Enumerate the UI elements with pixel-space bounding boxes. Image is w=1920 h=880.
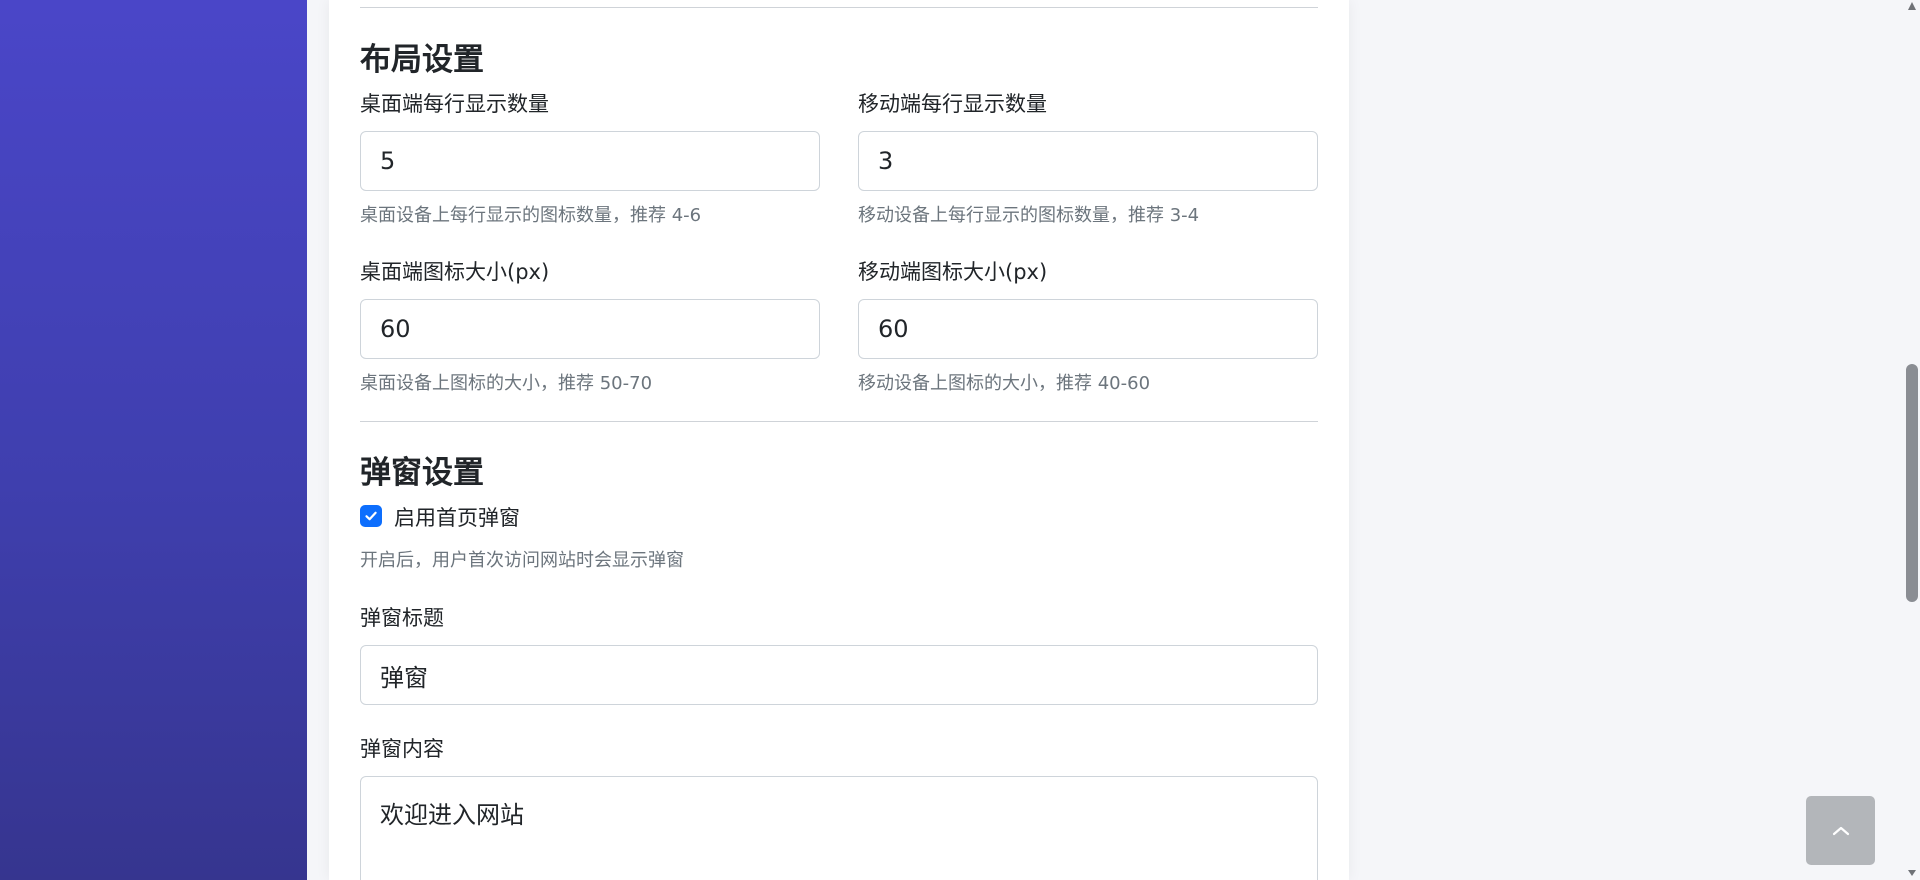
mobile-per-row-label: 移动端每行显示数量 [858, 92, 1047, 116]
popup-section-title: 弹窗设置 [360, 455, 484, 491]
desktop-per-row-input[interactable] [360, 131, 820, 191]
popup-content-label: 弹窗内容 [360, 737, 444, 761]
desktop-per-row-hint: 桌面设备上每行显示的图标数量，推荐 4-6 [360, 205, 702, 226]
desktop-per-row-label: 桌面端每行显示数量 [360, 92, 549, 116]
back-to-top-button[interactable] [1806, 796, 1875, 865]
scroll-up-arrow-icon[interactable] [1906, 0, 1918, 12]
enable-popup-hint: 开启后，用户首次访问网站时会显示弹窗 [360, 550, 684, 571]
scrollbar-thumb[interactable] [1906, 364, 1918, 602]
sidebar [0, 0, 307, 880]
section-divider [360, 421, 1318, 422]
enable-popup-checkbox[interactable] [360, 505, 382, 527]
desktop-icon-size-hint: 桌面设备上图标的大小，推荐 50-70 [360, 373, 653, 394]
popup-title-input[interactable] [360, 645, 1318, 705]
section-divider [360, 7, 1318, 8]
checkmark-icon [365, 511, 377, 521]
desktop-icon-size-input[interactable] [360, 299, 820, 359]
popup-content-textarea[interactable]: 欢迎进入网站 [360, 776, 1318, 880]
layout-section-title: 布局设置 [360, 42, 484, 78]
chevron-up-icon [1832, 826, 1849, 835]
mobile-per-row-hint: 移动设备上每行显示的图标数量，推荐 3-4 [858, 205, 1200, 226]
mobile-icon-size-label: 移动端图标大小(px) [858, 260, 1048, 284]
settings-card: 布局设置 桌面端每行显示数量 桌面设备上每行显示的图标数量，推荐 4-6 移动端… [329, 0, 1349, 880]
desktop-icon-size-label: 桌面端图标大小(px) [360, 260, 550, 284]
mobile-per-row-input[interactable] [858, 131, 1318, 191]
scroll-down-arrow-icon[interactable] [1906, 868, 1918, 878]
popup-title-label: 弹窗标题 [360, 606, 444, 630]
enable-popup-label[interactable]: 启用首页弹窗 [394, 502, 520, 532]
mobile-icon-size-input[interactable] [858, 299, 1318, 359]
page-scrollbar[interactable] [1904, 0, 1920, 880]
mobile-icon-size-hint: 移动设备上图标的大小，推荐 40-60 [858, 373, 1151, 394]
